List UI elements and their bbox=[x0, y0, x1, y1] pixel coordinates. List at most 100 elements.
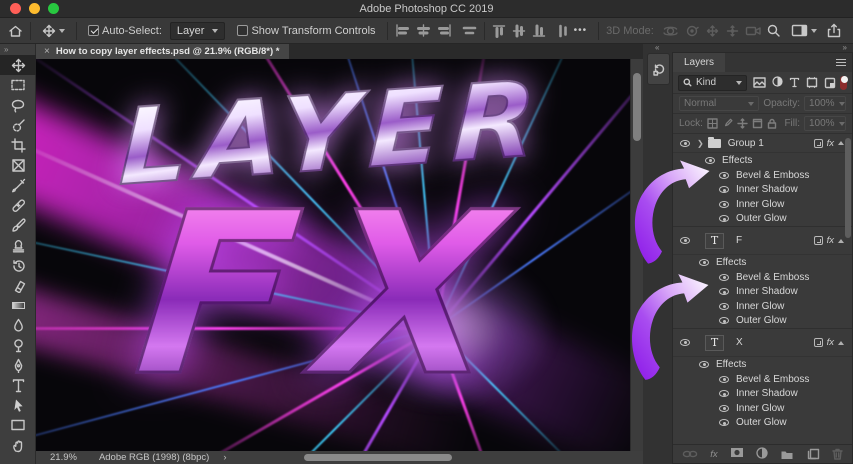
visibility-eye-icon[interactable] bbox=[719, 376, 729, 383]
quick-selection-tool[interactable] bbox=[0, 115, 36, 135]
visibility-eye-icon[interactable] bbox=[719, 390, 729, 397]
show-transform-checkbox[interactable]: Show Transform Controls bbox=[233, 25, 379, 37]
blur-tool[interactable] bbox=[0, 315, 36, 335]
crop-tool[interactable] bbox=[0, 135, 36, 155]
close-tab-icon[interactable]: × bbox=[44, 46, 50, 57]
rectangle-tool[interactable] bbox=[0, 415, 36, 435]
layer-name[interactable]: F bbox=[736, 235, 742, 246]
move-tool[interactable] bbox=[0, 55, 36, 75]
effect-row[interactable]: Inner Shadow bbox=[673, 387, 852, 402]
layer-row-group1[interactable]: ❯ Group 1 fx bbox=[673, 134, 852, 153]
opacity-dropdown[interactable]: 100% bbox=[804, 96, 846, 111]
3d-pan-icon[interactable] bbox=[705, 24, 720, 38]
link-layers-icon[interactable] bbox=[682, 449, 698, 459]
3d-camera-icon[interactable] bbox=[745, 24, 762, 37]
align-bottom-edges-icon[interactable] bbox=[532, 24, 546, 38]
filter-shape-icon[interactable] bbox=[806, 77, 818, 88]
filter-kind-dropdown[interactable]: Kind bbox=[678, 75, 747, 91]
clone-stamp-tool[interactable] bbox=[0, 235, 36, 255]
effect-row[interactable]: Outer Glow bbox=[673, 416, 852, 431]
search-icon[interactable] bbox=[766, 23, 781, 38]
delete-layer-icon[interactable] bbox=[832, 448, 843, 460]
workspace-switcher[interactable] bbox=[791, 24, 817, 37]
horizontal-scrollbar-thumb[interactable] bbox=[304, 454, 452, 461]
more-options-icon[interactable]: ••• bbox=[570, 25, 592, 36]
frame-tool[interactable] bbox=[0, 155, 36, 175]
pen-tool[interactable] bbox=[0, 355, 36, 375]
eyedropper-tool[interactable] bbox=[0, 175, 36, 195]
3d-slide-icon[interactable] bbox=[725, 24, 740, 38]
rectangular-marquee-tool[interactable] bbox=[0, 75, 36, 95]
home-icon[interactable] bbox=[8, 24, 23, 38]
filter-smart-object-icon[interactable] bbox=[824, 77, 836, 89]
dodge-tool[interactable] bbox=[0, 335, 36, 355]
visibility-eye-icon[interactable] bbox=[719, 201, 729, 208]
group-disclosure-icon[interactable]: ❯ bbox=[697, 139, 704, 148]
fill-dropdown[interactable]: 100% bbox=[804, 116, 846, 131]
history-panel-icon[interactable] bbox=[647, 53, 670, 85]
lock-position-icon[interactable] bbox=[737, 118, 748, 129]
visibility-eye-icon[interactable] bbox=[719, 317, 729, 324]
hand-tool[interactable] bbox=[0, 435, 36, 455]
add-layer-style-icon[interactable]: fx bbox=[710, 449, 717, 460]
lock-pixels-icon[interactable] bbox=[722, 118, 733, 129]
adjustment-layer-icon[interactable] bbox=[756, 447, 768, 462]
fx-badge[interactable]: fx bbox=[827, 235, 834, 246]
lock-all-icon[interactable] bbox=[767, 118, 777, 129]
align-left-edges-icon[interactable] bbox=[395, 24, 410, 37]
collapse-effects-icon[interactable] bbox=[838, 341, 844, 345]
align-right-edges-icon[interactable] bbox=[437, 24, 452, 37]
tab-layers[interactable]: Layers bbox=[673, 53, 725, 72]
path-selection-tool[interactable] bbox=[0, 395, 36, 415]
fx-badge[interactable]: fx bbox=[827, 138, 834, 149]
new-layer-icon[interactable] bbox=[807, 448, 820, 460]
distribute-horizontal-icon[interactable] bbox=[462, 24, 477, 37]
lock-transparency-icon[interactable] bbox=[707, 118, 718, 129]
visibility-eye-icon[interactable] bbox=[719, 303, 729, 310]
document-canvas[interactable]: LAYER FX bbox=[36, 59, 630, 451]
collapse-effects-icon[interactable] bbox=[838, 239, 844, 243]
type-tool[interactable] bbox=[0, 375, 36, 395]
align-vertical-centers-icon[interactable] bbox=[512, 24, 526, 38]
visibility-eye-icon[interactable] bbox=[719, 288, 729, 295]
spot-healing-brush-tool[interactable] bbox=[0, 195, 36, 215]
share-icon[interactable] bbox=[827, 23, 841, 38]
layers-scrollbar-thumb[interactable] bbox=[845, 138, 851, 238]
visibility-eye-icon[interactable] bbox=[719, 186, 729, 193]
new-group-icon[interactable] bbox=[780, 449, 794, 460]
gradient-tool[interactable] bbox=[0, 295, 36, 315]
visibility-eye-icon[interactable] bbox=[680, 140, 690, 147]
distribute-vertical-icon[interactable] bbox=[556, 24, 570, 38]
toolbar-expand-icon[interactable]: » bbox=[0, 44, 35, 55]
visibility-eye-icon[interactable] bbox=[719, 274, 729, 281]
fx-badge[interactable]: fx bbox=[827, 337, 834, 348]
effect-row[interactable]: Inner Glow bbox=[673, 401, 852, 416]
align-horizontal-centers-icon[interactable] bbox=[416, 24, 431, 37]
zoom-level[interactable]: 21.9% bbox=[50, 452, 77, 463]
auto-select-target-dropdown[interactable]: Layer bbox=[170, 22, 226, 40]
visibility-eye-icon[interactable] bbox=[719, 215, 729, 222]
layer-name[interactable]: Group 1 bbox=[728, 138, 764, 149]
visibility-eye-icon[interactable] bbox=[719, 172, 729, 179]
filter-pixel-icon[interactable] bbox=[753, 77, 766, 88]
move-tool-option-icon[interactable] bbox=[38, 24, 69, 38]
auto-select-checkbox[interactable]: Auto-Select: bbox=[84, 25, 166, 37]
align-top-edges-icon[interactable] bbox=[492, 24, 506, 38]
filter-adjustment-icon[interactable] bbox=[772, 76, 783, 90]
panel-menu-icon[interactable] bbox=[836, 59, 846, 67]
lock-artboard-icon[interactable] bbox=[752, 118, 763, 129]
history-brush-tool[interactable] bbox=[0, 255, 36, 275]
checkbox-unchecked-icon[interactable] bbox=[237, 25, 248, 36]
filter-toggle-switch[interactable] bbox=[840, 76, 847, 90]
add-layer-mask-icon[interactable] bbox=[730, 447, 744, 461]
filter-type-icon[interactable] bbox=[789, 77, 800, 88]
blend-mode-dropdown[interactable]: Normal bbox=[679, 96, 759, 111]
checkbox-checked-icon[interactable] bbox=[88, 25, 99, 36]
document-tab[interactable]: × How to copy layer effects.psd @ 21.9% … bbox=[36, 44, 289, 59]
collapse-effects-icon[interactable] bbox=[838, 141, 844, 145]
collapse-dock-icon[interactable]: « bbox=[655, 43, 659, 52]
eraser-tool[interactable] bbox=[0, 275, 36, 295]
status-chevron-icon[interactable]: › bbox=[223, 452, 226, 463]
expand-dock-icon[interactable]: » bbox=[843, 43, 847, 52]
3d-roll-icon[interactable] bbox=[684, 24, 700, 38]
